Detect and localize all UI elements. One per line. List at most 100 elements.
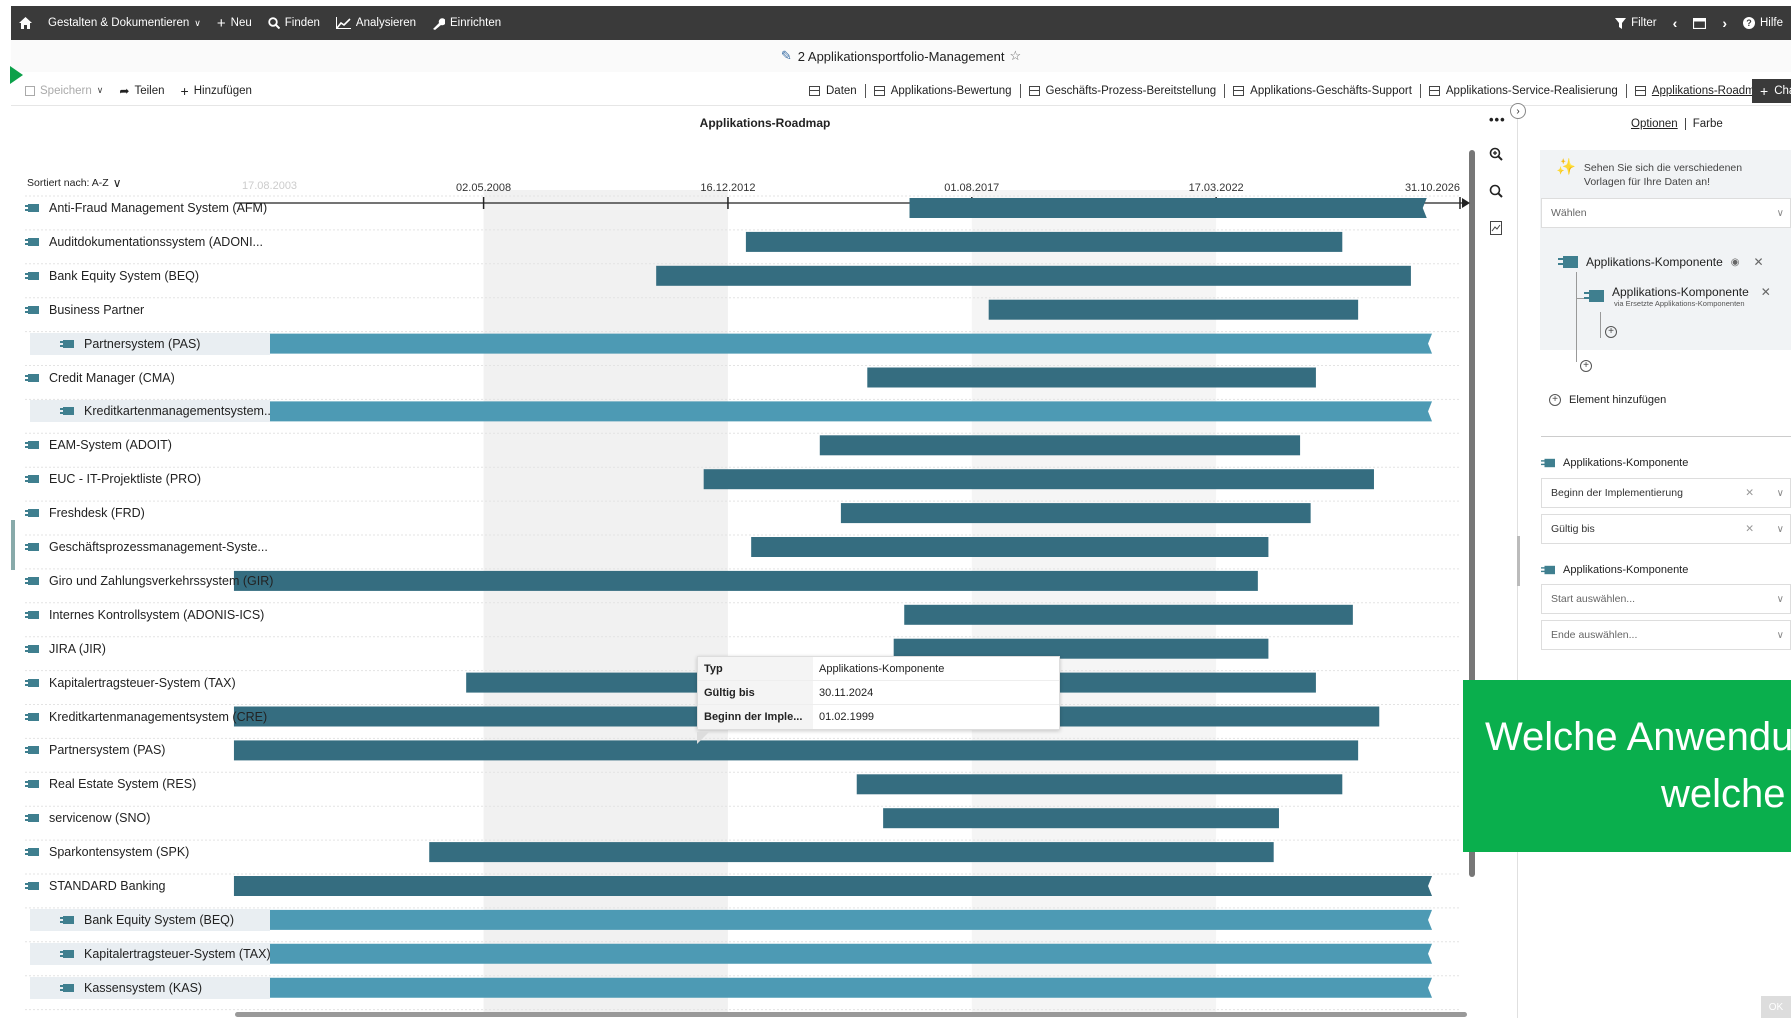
axis-tick-label: 01.08.2017 (944, 182, 999, 194)
export-button[interactable] (1486, 218, 1506, 238)
component-icon (60, 406, 74, 416)
roadmap-bar (883, 808, 1279, 829)
panel-resize-handle[interactable] (1517, 536, 1520, 586)
row-label[interactable]: EAM-System (ADOIT) (25, 434, 275, 456)
roadmap-bar (233, 876, 1433, 896)
roadmap-bar (745, 231, 1343, 252)
forward-button[interactable]: › (1714, 6, 1735, 40)
row-label[interactable]: Freshdesk (FRD) (25, 502, 275, 524)
magic-wand-icon: ✨ (1556, 159, 1576, 176)
row-label-text: STANDARD Banking (49, 879, 166, 893)
roadmap-bar (819, 435, 1301, 456)
component-icon (60, 949, 74, 959)
roadmap-bar (429, 842, 1274, 863)
row-label[interactable]: Real Estate System (RES) (25, 773, 275, 795)
end-field-select[interactable]: Gültig bis ✕ ∨ (1541, 514, 1791, 544)
chevron-down-icon: ∨ (1776, 523, 1784, 535)
template-select[interactable]: Wählen ∨ (1541, 198, 1791, 228)
filter-button[interactable]: Filter (1607, 6, 1665, 40)
row-label-text: Business Partner (49, 302, 145, 317)
row-label[interactable]: Auditdokumentationssystem (ADONI... (25, 231, 275, 253)
row-label-text: Geschäftsprozessmanagement-Syste... (49, 540, 268, 554)
roadmap-bar (867, 367, 1316, 388)
more-options-icon[interactable]: ••• (1489, 112, 1506, 127)
chevron-right-icon: › (1516, 105, 1520, 117)
tab-options[interactable]: Optionen (1624, 118, 1686, 130)
axis-tick-label: 16.12.2012 (700, 182, 755, 194)
row-label[interactable]: Credit Manager (CMA) (25, 367, 275, 389)
start-field-value: Beginn der Implementierung (1551, 487, 1683, 499)
row-label[interactable]: Geschäftsprozessmanagement-Syste... (25, 536, 275, 558)
row-label[interactable]: EUC - IT-Projektliste (PRO) (25, 468, 275, 490)
component-icon (60, 915, 74, 925)
row-label[interactable]: Business Partner (25, 299, 275, 321)
ok-button[interactable]: OK (1761, 996, 1791, 1018)
child-row-label[interactable]: Kassensystem (KAS) (30, 976, 270, 999)
axis-arrow (1462, 198, 1470, 208)
section-header-dates: Applikations-Komponente (1541, 456, 1688, 470)
child-row-label[interactable]: Kreditkartenmanagementsystem... (30, 400, 270, 423)
tree-child-component[interactable]: Applikations-Komponente via Ersetzte App… (1584, 285, 1771, 308)
add-child-icon[interactable]: + (1605, 326, 1617, 338)
row-label[interactable]: servicenow (SNO) (25, 807, 275, 829)
roadmap-bar (233, 909, 1433, 930)
axis-tick-label: 31.10.2026 (1405, 182, 1460, 194)
section-header-label: Applikations-Komponente (1563, 457, 1689, 469)
child-row-label[interactable]: Kapitalertragsteuer-System (TAX) (30, 942, 270, 965)
row-label[interactable]: STANDARD Banking (25, 875, 275, 897)
collapse-panel-button[interactable]: › (1510, 103, 1526, 119)
eye-icon[interactable]: ◉ (1731, 257, 1740, 268)
row-label[interactable]: Sparkontensystem (SPK) (25, 841, 275, 863)
component-icon (25, 542, 39, 552)
row-label[interactable]: Internes Kontrollsystem (ADONIS-ICS) (25, 604, 275, 626)
component-icon (25, 576, 39, 586)
clear-icon[interactable]: ✕ (1745, 487, 1754, 499)
chevron-down-icon: ∨ (1776, 593, 1784, 605)
tooltip-key: Beginn der Imple... (698, 705, 813, 729)
tooltip-value: 01.02.1999 (819, 711, 875, 723)
child-row-label[interactable]: Partnersystem (PAS) (30, 332, 270, 355)
row-label-text: EUC - IT-Projektliste (PRO) (49, 472, 202, 487)
row-label[interactable]: Kapitalertragsteuer-System (TAX) (25, 672, 275, 694)
roadmap-bar (656, 265, 1411, 286)
chevron-left-icon: ‹ (1672, 15, 1678, 31)
zoom-in-icon (1489, 147, 1503, 161)
component-icon (25, 712, 39, 722)
filter-icon (1615, 17, 1627, 29)
tree-child-note: via Ersetzte Applikations-Komponenten (1614, 299, 1745, 308)
end-select[interactable]: Ende auswählen... ∨ (1541, 620, 1791, 650)
zoom-in-button[interactable] (1486, 144, 1506, 164)
start-select[interactable]: Start auswählen... ∨ (1541, 584, 1791, 614)
row-label[interactable]: JIRA (JIR) (25, 638, 275, 660)
clear-icon[interactable]: ✕ (1745, 523, 1754, 535)
tree-root-component[interactable]: Applikations-Komponente ◉ ✕ (1558, 255, 1764, 269)
zoom-out-button[interactable] (1486, 181, 1506, 201)
tab-color[interactable]: Farbe (1686, 118, 1730, 130)
row-label[interactable]: Kreditkartenmanagementsystem (CRE) (25, 706, 275, 728)
row-label[interactable]: Bank Equity System (BEQ) (25, 265, 275, 287)
tooltip-value: 30.11.2024 (819, 686, 874, 699)
chart-menu-button[interactable]: + Cha (1752, 79, 1791, 103)
back-button[interactable]: ‹ (1665, 6, 1686, 40)
component-icon (60, 983, 74, 993)
help-button[interactable]: ? Hilfe (1735, 6, 1791, 40)
component-icon (25, 271, 39, 281)
close-icon[interactable]: ✕ (1761, 285, 1771, 299)
row-label[interactable]: Partnersystem (PAS) (25, 739, 275, 761)
component-icon (25, 474, 39, 484)
child-row-label[interactable]: Bank Equity System (BEQ) (30, 908, 270, 931)
row-label-text: Auditdokumentationssystem (ADONI... (49, 234, 263, 249)
window-button[interactable] (1685, 6, 1714, 40)
component-icon (25, 373, 39, 383)
roadmap-bar (233, 943, 1433, 964)
component-icon (25, 813, 39, 823)
row-label[interactable]: Giro und Zahlungsverkehrssystem (GIR) (25, 570, 275, 592)
add-element-button[interactable]: + Element hinzufügen (1549, 394, 1666, 406)
row-label[interactable]: Anti-Fraud Management System (AFM) (25, 197, 275, 219)
panel-separator (1541, 436, 1791, 437)
chevron-right-icon: › (1722, 15, 1727, 31)
add-sibling-icon[interactable]: + (1580, 360, 1592, 372)
row-label-text: Anti-Fraud Management System (AFM) (49, 201, 268, 215)
start-field-select[interactable]: Beginn der Implementierung ✕ ∨ (1541, 478, 1791, 508)
close-icon[interactable]: ✕ (1754, 255, 1764, 269)
